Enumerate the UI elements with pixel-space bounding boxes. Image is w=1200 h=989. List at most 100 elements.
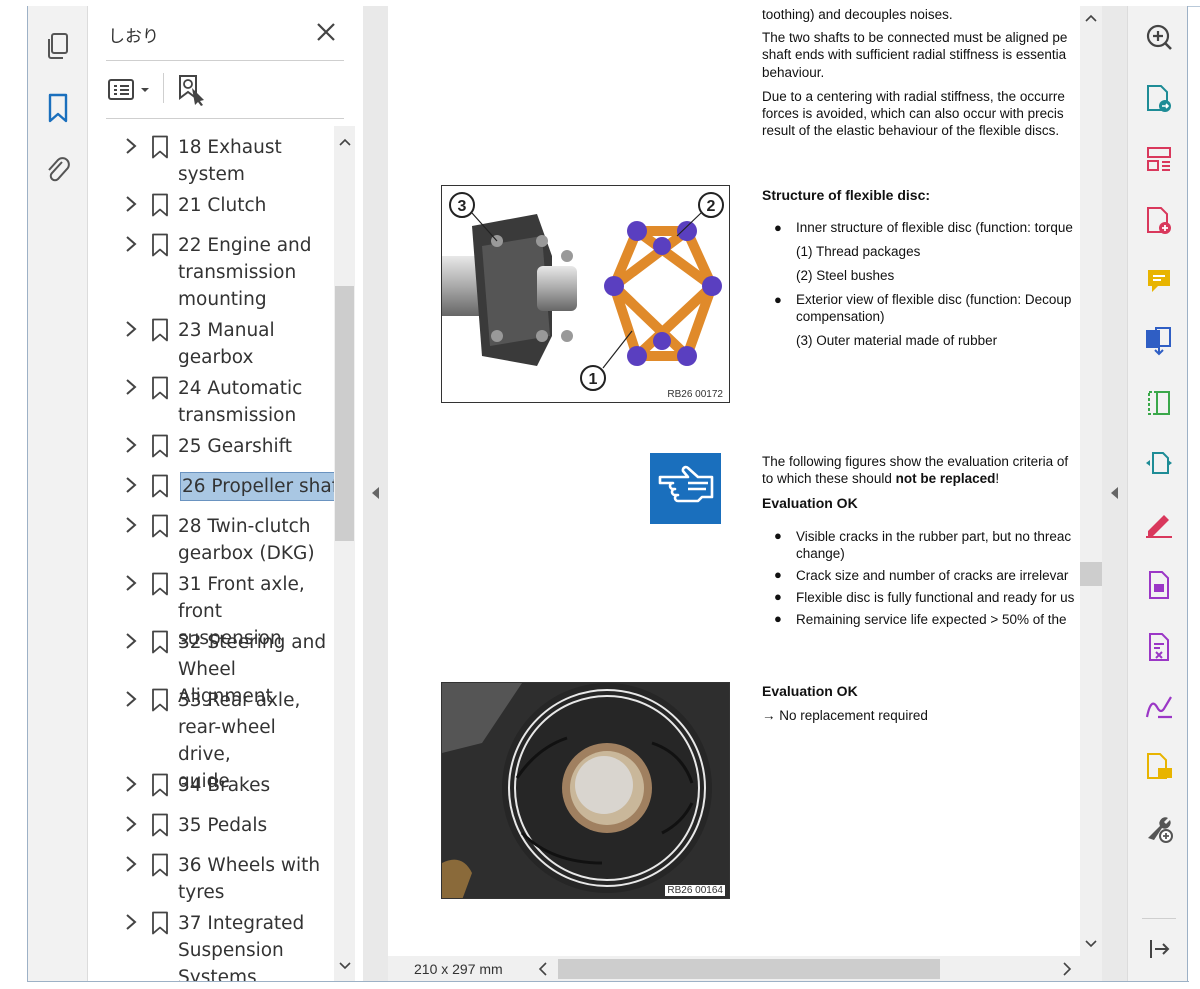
bookmark-item[interactable]: 25 Gearshift [88, 429, 334, 462]
bookmark-label[interactable]: 37 Integrated Suspension Systems [178, 910, 330, 982]
tools-pane [1127, 6, 1188, 982]
chevron-right-icon[interactable] [124, 691, 138, 707]
bookmark-label[interactable]: 18 Exhaust system [178, 134, 330, 188]
bookmark-label[interactable]: 34 Brakes [178, 772, 330, 799]
protect-icon[interactable] [1142, 568, 1176, 602]
bookmark-item[interactable]: 33 Rear axle, rear-wheel drive, guide [88, 683, 334, 792]
pages-icon[interactable] [40, 28, 76, 64]
bookmark-tree: 18 Exhaust system 21 Clutch 22 Engine and tr… [88, 126, 334, 982]
chevron-right-icon[interactable] [124, 236, 138, 252]
chevron-right-icon[interactable] [124, 776, 138, 792]
bookmark-label[interactable]: 36 Wheels with tyres [178, 852, 330, 906]
attachment-icon[interactable] [40, 152, 76, 188]
bookmark-item[interactable]: 28 Twin-clutch gearbox (DKG) [88, 509, 334, 569]
fill-sign-icon[interactable] [1142, 508, 1176, 542]
bookmark-label[interactable]: 21 Clutch [178, 192, 330, 219]
request-signature-icon[interactable] [1142, 690, 1176, 724]
doc-text-line: toothing) and decouples noises. [762, 7, 953, 22]
bookmark-item[interactable]: 18 Exhaust system [88, 130, 334, 190]
edit-pdf-icon[interactable] [1142, 204, 1176, 238]
status-bar: 210 x 297 mm [388, 956, 1102, 982]
chevron-right-icon[interactable] [124, 379, 138, 395]
organize-pages-icon[interactable] [1142, 142, 1176, 176]
bookmark-label[interactable]: 24 Automatic transmission [178, 375, 330, 429]
chevron-right-icon[interactable] [124, 437, 138, 453]
bookmark-label[interactable]: 23 Manual gearbox [178, 317, 330, 371]
bookmark-item[interactable]: 26 Propeller shaft [88, 469, 334, 502]
bullet: ● [774, 567, 782, 582]
bookmark-item[interactable]: 31 Front axle, front suspension [88, 567, 334, 649]
send-comments-icon[interactable] [1142, 750, 1176, 784]
close-icon[interactable] [314, 20, 338, 44]
bullet: ● [774, 528, 782, 543]
bookmark-label-line: mounting [178, 289, 267, 310]
panel-scroll-thumb[interactable] [335, 286, 354, 541]
comment-icon[interactable] [1142, 264, 1176, 298]
bookmark-label[interactable]: 25 Gearshift [178, 433, 330, 460]
chevron-right-icon[interactable] [124, 321, 138, 337]
collapse-tools-icon[interactable] [1142, 932, 1176, 966]
collapse-right-panel-button[interactable] [1102, 6, 1127, 982]
compress-icon[interactable] [1142, 386, 1176, 420]
chevron-right-icon[interactable] [124, 575, 138, 591]
bookmark-label[interactable]: 26 Propeller shaft [180, 472, 334, 501]
chevron-right-icon[interactable] [124, 517, 138, 533]
bookmark-item[interactable]: 35 Pedals [88, 808, 334, 841]
bookmark-item[interactable]: 32 Steering and Wheel Alignment [88, 625, 334, 707]
bookmark-icon [152, 434, 168, 458]
zoom-icon[interactable] [1142, 20, 1176, 54]
horizontal-scroll-thumb[interactable] [558, 959, 940, 979]
create-pdf-icon[interactable] [1142, 82, 1176, 116]
chevron-right-icon[interactable] [124, 816, 138, 832]
panel-scrollbar[interactable] [334, 126, 355, 982]
document-vertical-scrollbar[interactable] [1080, 6, 1102, 956]
bookmark-label-line: rear-wheel drive, [178, 717, 276, 765]
structure-item: compensation) [796, 309, 885, 324]
bookmark-item[interactable]: 36 Wheels with tyres [88, 848, 334, 908]
chevron-right-icon[interactable] [124, 856, 138, 872]
bookmark-icon [152, 514, 168, 538]
doc-text-line: Due to a centering with radial stiffness… [762, 89, 1065, 104]
doc-text-line: forces is avoided, which can also occur … [762, 106, 1064, 121]
callout-3: 3 [458, 198, 467, 215]
bookmark-label[interactable]: 35 Pedals [178, 812, 330, 839]
scroll-right-icon[interactable] [1062, 962, 1072, 981]
scroll-up-icon[interactable] [334, 132, 355, 152]
bookmark-label-line: 21 Clutch [178, 195, 267, 216]
document-scroll-thumb[interactable] [1080, 562, 1102, 586]
structure-item: (3) Outer material made of rubber [796, 333, 998, 348]
tools-separator [1142, 918, 1176, 919]
bookmark-label-line: 36 Wheels with [178, 855, 321, 876]
scroll-up-icon[interactable] [1080, 8, 1102, 28]
bookmark-label[interactable]: 28 Twin-clutch gearbox (DKG) [178, 513, 330, 567]
bookmark-item[interactable]: 23 Manual gearbox [88, 313, 334, 373]
chevron-right-icon[interactable] [124, 138, 138, 154]
bookmark-label[interactable]: 22 Engine and transmission mounting [178, 232, 330, 313]
bookmark-options-button[interactable] [108, 78, 154, 102]
scroll-down-icon[interactable] [334, 956, 355, 976]
chevron-right-icon[interactable] [124, 633, 138, 649]
bullet: ● [774, 611, 782, 626]
chevron-right-icon[interactable] [124, 196, 138, 212]
bookmark-icon [152, 318, 168, 342]
bookmark-icon [152, 474, 168, 498]
bookmark-item[interactable]: 22 Engine and transmission mounting [88, 228, 334, 315]
bookmark-item[interactable]: 24 Automatic transmission [88, 371, 334, 431]
more-tools-icon[interactable] [1142, 812, 1176, 846]
new-bookmark-from-selection-icon[interactable] [178, 74, 208, 106]
export-pdf-icon[interactable] [1142, 324, 1176, 358]
scroll-left-icon[interactable] [538, 962, 548, 981]
caret-left-icon [372, 487, 379, 499]
collapse-left-panel-button[interactable] [363, 6, 388, 982]
chevron-right-icon[interactable] [124, 477, 138, 493]
hint-text-part: to which these should [762, 471, 896, 486]
chevron-right-icon[interactable] [124, 914, 138, 930]
bookmark-item[interactable]: 21 Clutch [88, 188, 334, 221]
compare-icon[interactable] [1142, 446, 1176, 480]
bookmark-icon[interactable] [40, 90, 76, 126]
scroll-down-icon[interactable] [1080, 934, 1102, 954]
bookmark-item[interactable]: 34 Brakes [88, 768, 334, 801]
figure-flexible-disc: 3 2 1 RB26 00172 [441, 185, 730, 403]
bookmark-item[interactable]: 37 Integrated Suspension Systems [88, 906, 334, 982]
redact-icon[interactable] [1142, 630, 1176, 664]
